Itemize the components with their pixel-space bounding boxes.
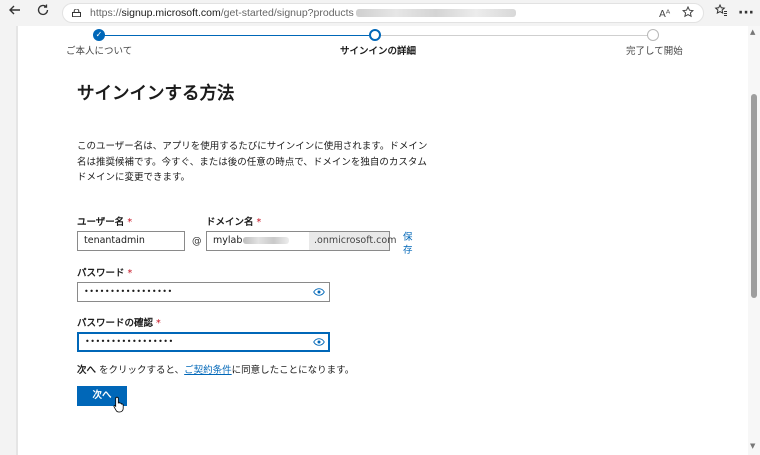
address-url[interactable]: https://signup.microsoft.com/get-started… [90,7,516,19]
confirm-password-label: パスワードの確認 * [77,315,161,329]
show-confirm-password-eye-icon[interactable] [313,338,325,346]
refresh-icon[interactable] [33,3,53,23]
browser-toolbar: https://signup.microsoft.com/get-started… [0,0,760,26]
required-mark: * [156,318,161,329]
password-input[interactable]: ••••••••••••••••• [77,282,330,302]
step-current-dot-icon [369,29,381,41]
url-redacted [355,9,516,18]
stepper-track-complete [104,35,369,36]
scroll-down-icon[interactable]: ▼ [750,442,755,450]
page-title: サインインする方法 [77,84,235,104]
show-password-eye-icon[interactable] [313,288,325,296]
password-label-text: パスワード [77,268,125,279]
username-input[interactable]: tenantadmin [77,231,185,251]
terms-link[interactable]: ご契約条件 [184,365,232,376]
read-aloud-icon[interactable]: Aᴬ [659,9,670,20]
username-label-text: ユーザー名 [77,217,125,228]
step-pending-dot-icon [647,29,659,41]
password-label: パスワード * [77,265,132,279]
lock-icon[interactable] [72,9,81,17]
address-bar[interactable]: https://signup.microsoft.com/get-started… [62,3,704,23]
terms-next-word: 次へ [77,365,97,376]
at-sign: @ [192,236,202,247]
hand-pointer-cursor-icon [113,396,124,413]
scroll-up-icon[interactable]: ▲ [750,28,755,36]
vertical-scrollbar[interactable]: ▲ ▼ [748,26,760,455]
domain-input-value: mylab [213,235,243,246]
domain-label-text: ドメイン名 [206,217,254,228]
domain-suffix: .onmicrosoft.com [309,231,396,251]
favorite-star-icon[interactable] [681,5,695,21]
stepper-track-remaining [381,35,648,36]
progress-stepper: ✓ ご本人について サインインの詳細 完了して開始 [0,26,748,58]
required-mark: * [256,217,262,228]
url-path: /get-started/signup?products [220,7,354,19]
domain-redacted [243,237,290,244]
username-label: ユーザー名 * [77,214,132,228]
page-edge [0,26,18,455]
page-description: このユーザー名は、アプリを使用するたびにサインインに使用されます。ドメイン名は推… [77,141,428,183]
step-complete-check-icon: ✓ [93,29,105,41]
url-scheme: https:// [90,7,122,19]
confirm-password-input[interactable]: ••••••••••••••••• [77,332,330,352]
required-mark: * [127,217,133,228]
step-label-about-you: ご本人について [66,46,133,57]
terms-middle-text: をクリックすると、 [96,365,185,376]
back-arrow-icon[interactable] [5,3,25,23]
required-mark: * [127,268,133,279]
more-icon[interactable]: ··· [736,3,756,23]
save-domain-link[interactable]: 保存 [403,231,413,257]
step-label-finish: 完了して開始 [626,46,683,57]
domain-input[interactable]: mylab [206,231,310,251]
terms-suffix-text: に同意したことになります。 [231,365,355,376]
favorites-icon[interactable] [711,3,731,23]
confirm-password-label-text: パスワードの確認 [77,318,154,329]
domain-label: ドメイン名 * [206,214,261,228]
step-label-signin-details: サインインの詳細 [340,46,417,57]
url-host: signup.microsoft.com [121,7,221,19]
terms-agreement-text: 次へ をクリックすると、ご契約条件に同意したことになります。 [77,362,354,376]
scroll-thumb[interactable] [751,94,757,298]
